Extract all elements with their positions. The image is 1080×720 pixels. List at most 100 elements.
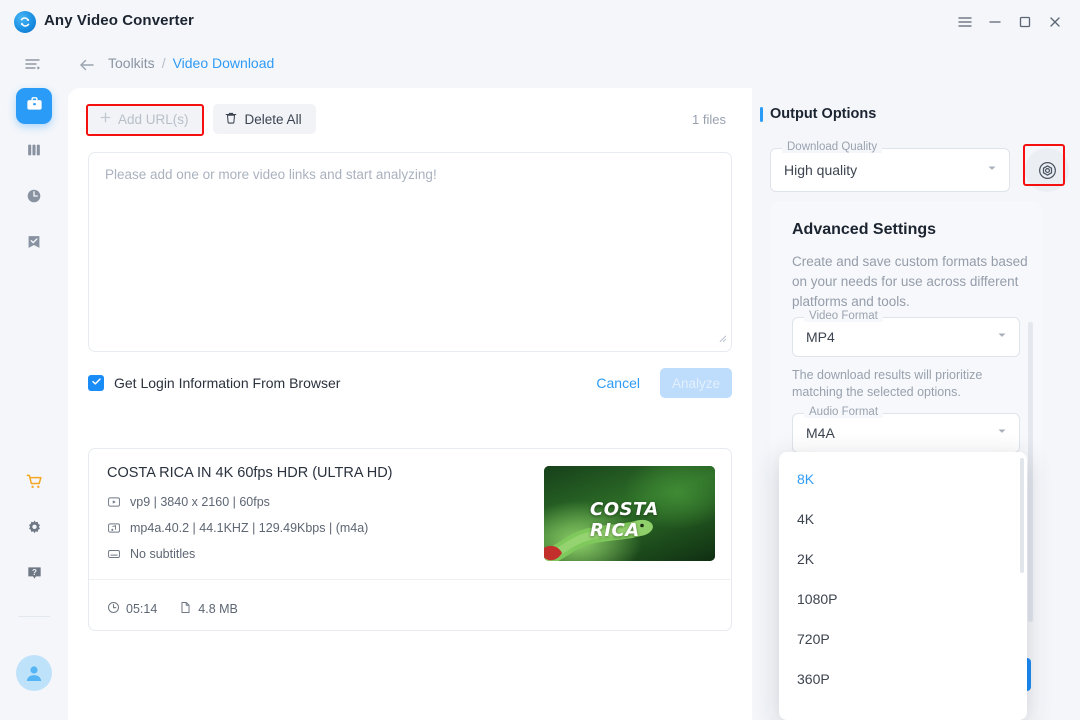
url-input-card: [88, 152, 732, 352]
video-duration: 05:14: [126, 602, 157, 616]
audio-stream-info: mp4a.40.2 | 44.1KHZ | 129.49Kbps | (m4a): [130, 521, 368, 535]
sidebar-item-store[interactable]: [16, 466, 52, 502]
audio-format-legend: Audio Format: [804, 406, 883, 418]
breadcrumb-separator: /: [162, 55, 166, 71]
sidebar-item-toolkit[interactable]: [16, 88, 52, 124]
chevron-down-icon: [996, 424, 1008, 442]
library-icon: [25, 141, 43, 164]
window-controls: [952, 10, 1068, 34]
section-accent-bar: [760, 107, 763, 122]
subtitle-icon: [107, 547, 121, 561]
sidebar-item-settings[interactable]: [16, 512, 52, 548]
card-divider: [89, 579, 731, 580]
avc-logo-icon: [14, 11, 36, 33]
trash-icon: [224, 111, 238, 128]
output-options-title: Output Options: [770, 106, 876, 122]
main-panel: Add URL(s) Delete All 1 files: [68, 88, 752, 720]
delete-all-button[interactable]: Delete All: [213, 104, 316, 134]
sidebar-item-help[interactable]: ?: [16, 558, 52, 594]
chevron-down-icon: [986, 161, 998, 179]
video-thumbnail[interactable]: COSTA RICA: [544, 466, 715, 561]
breadcrumb-bar: Toolkits / Video Download Start: [0, 44, 1080, 88]
breadcrumb: Toolkits / Video Download: [108, 55, 274, 71]
audio-stream-row: mp4a.40.2 | 44.1KHZ | 129.49Kbps | (m4a): [107, 521, 368, 535]
dropdown-option-4k[interactable]: 4K: [779, 499, 1027, 539]
main-toolbar: Add URL(s) Delete All: [88, 104, 316, 134]
add-urls-label: Add URL(s): [118, 112, 189, 127]
gear-icon: [25, 518, 44, 542]
login-info-label: Get Login Information From Browser: [114, 375, 340, 391]
video-title: COSTA RICA IN 4K 60fps HDR (ULTRA HD): [107, 465, 393, 481]
app-title: Any Video Converter: [44, 12, 194, 29]
video-stream-info: vp9 | 3840 x 2160 | 60fps: [130, 495, 270, 509]
file-icon: [179, 601, 192, 617]
files-count: 1 files: [692, 112, 726, 127]
video-stream-icon: [107, 495, 121, 509]
check-icon: [91, 374, 102, 392]
advanced-settings-button[interactable]: [1025, 148, 1069, 192]
clock-icon: [107, 601, 120, 617]
maximize-icon[interactable]: [1012, 10, 1038, 34]
user-avatar-icon[interactable]: [16, 655, 52, 691]
bookmark-check-icon: [25, 233, 43, 256]
dropdown-option-720p[interactable]: 720P: [779, 619, 1027, 659]
download-quality-legend: Download Quality: [782, 141, 882, 153]
dropdown-scrollbar[interactable]: [1020, 458, 1024, 573]
toolbox-icon: [25, 94, 44, 118]
close-icon[interactable]: [1042, 10, 1068, 34]
dropdown-option-360p[interactable]: 360P: [779, 659, 1027, 699]
advanced-settings-title: Advanced Settings: [792, 221, 936, 239]
size-group: 4.8 MB: [179, 601, 238, 617]
resolution-dropdown[interactable]: 8K 4K 2K 1080P 720P 360P: [779, 452, 1027, 720]
breadcrumb-toolkits[interactable]: Toolkits: [108, 55, 155, 71]
subtitle-row: No subtitles: [107, 547, 195, 561]
download-quality-value: High quality: [784, 162, 857, 178]
clock-icon: [25, 187, 43, 210]
shopping-cart-icon: [25, 472, 44, 496]
video-format-legend: Video Format: [804, 310, 883, 322]
video-format-hint: The download results will prioritize mat…: [792, 367, 1017, 401]
dropdown-option-8k[interactable]: 8K: [779, 459, 1027, 499]
menu-icon[interactable]: [952, 10, 978, 34]
collapse-sidebar-icon[interactable]: [24, 55, 42, 78]
video-size: 4.8 MB: [198, 602, 238, 616]
sidebar-item-library[interactable]: [16, 134, 52, 170]
audio-stream-icon: [107, 521, 121, 535]
url-input[interactable]: [89, 153, 731, 351]
analyze-action-row: Get Login Information From Browser Cance…: [88, 366, 732, 400]
sidebar-item-history[interactable]: [16, 180, 52, 216]
video-format-value: MP4: [806, 329, 835, 345]
audio-format-select[interactable]: Audio Format M4A: [792, 413, 1020, 453]
dropdown-list: 8K 4K 2K 1080P 720P 360P: [779, 452, 1027, 699]
minimize-icon[interactable]: [982, 10, 1008, 34]
sidebar: ?: [0, 88, 68, 720]
dropdown-option-1080p[interactable]: 1080P: [779, 579, 1027, 619]
duration-group: 05:14: [107, 601, 157, 617]
back-arrow-icon[interactable]: [78, 56, 96, 79]
breadcrumb-video-download[interactable]: Video Download: [173, 55, 275, 71]
sidebar-item-tasks[interactable]: [16, 226, 52, 262]
sidebar-divider: [18, 616, 50, 617]
help-icon: ?: [25, 564, 44, 588]
advanced-settings-description: Create and save custom formats based on …: [792, 252, 1032, 312]
subtitle-info: No subtitles: [130, 547, 195, 561]
download-quality-select[interactable]: Download Quality High quality: [770, 148, 1010, 192]
video-footer-meta: 05:14 4.8 MB: [107, 601, 238, 617]
plus-icon: [99, 111, 112, 127]
video-stream-row: vp9 | 3840 x 2160 | 60fps: [107, 495, 270, 509]
svg-text:?: ?: [32, 568, 37, 577]
video-item-card: COSTA RICA IN 4K 60fps HDR (ULTRA HD) vp…: [88, 448, 732, 631]
delete-all-label: Delete All: [245, 112, 302, 127]
analyze-button[interactable]: Analyze: [660, 368, 732, 398]
login-info-checkbox[interactable]: [88, 375, 104, 391]
cancel-button[interactable]: Cancel: [596, 375, 640, 391]
video-format-select[interactable]: Video Format MP4: [792, 317, 1020, 357]
title-bar: Any Video Converter: [0, 0, 1080, 44]
add-urls-button[interactable]: Add URL(s): [88, 104, 203, 134]
audio-format-value: M4A: [806, 425, 835, 441]
chevron-down-icon: [996, 328, 1008, 346]
right-panel-scrollbar[interactable]: [1028, 322, 1033, 622]
app-window: Any Video Converter: [0, 0, 1080, 720]
thumbnail-caption: COSTA RICA: [590, 499, 715, 541]
dropdown-option-2k[interactable]: 2K: [779, 539, 1027, 579]
